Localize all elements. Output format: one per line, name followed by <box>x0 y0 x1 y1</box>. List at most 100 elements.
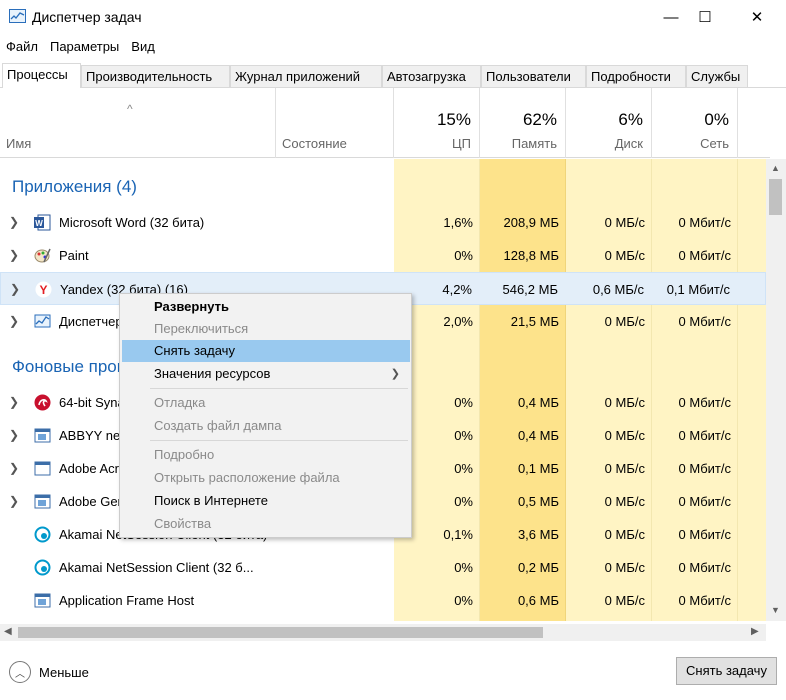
menu-create-dump: Создать файл дампа <box>154 418 282 433</box>
memory-value: 208,9 МБ <box>503 215 559 230</box>
disk-value: 0 МБ/с <box>604 215 645 230</box>
scroll-down-icon[interactable]: ▼ <box>771 605 780 615</box>
menu-expand[interactable]: Развернуть <box>122 296 410 318</box>
scroll-right-icon[interactable]: ▶ <box>751 626 759 637</box>
network-value: 0 Мбит/с <box>678 215 731 230</box>
column-memory-label: Память <box>511 136 557 151</box>
process-name: Microsoft Word (32 бита) <box>59 215 205 230</box>
service-window-icon <box>34 427 51 444</box>
menu-debug: Отладка <box>154 395 206 410</box>
tab-details[interactable]: Подробности <box>586 65 686 87</box>
cpu-value: 0,1% <box>443 527 473 542</box>
horizontal-scroll-thumb[interactable] <box>18 627 543 638</box>
menu-details: Подробно <box>154 447 215 462</box>
column-cpu-label: ЦП <box>452 136 471 151</box>
memory-value: 21,5 МБ <box>510 314 559 329</box>
collapse-up-icon[interactable]: ︿ <box>9 661 31 683</box>
column-network-label: Сеть <box>700 136 729 151</box>
tab-processes[interactable]: Процессы <box>2 63 81 89</box>
group-apps-header[interactable]: Приложения (4) <box>12 177 137 197</box>
disk-value: 0 МБ/с <box>604 428 645 443</box>
disk-value: 0 МБ/с <box>604 461 645 476</box>
chevron-right-icon[interactable]: ❯ <box>10 282 20 296</box>
chevron-right-icon[interactable]: ❯ <box>9 494 19 508</box>
cpu-value: 2,0% <box>443 314 473 329</box>
menu-bar: Файл Параметры Вид <box>0 36 161 58</box>
column-cpu[interactable]: 15% ЦП <box>394 88 480 158</box>
svg-text:W: W <box>35 219 43 228</box>
svg-text:Y: Y <box>39 283 47 297</box>
scroll-up-icon[interactable]: ▲ <box>771 163 780 173</box>
table-row[interactable]: Akamai NetSession Client (32 б... 0% 0,2… <box>0 551 766 584</box>
tab-app-history[interactable]: Журнал приложений <box>230 65 382 87</box>
menu-options[interactable]: Параметры <box>44 36 125 58</box>
memory-value: 128,8 МБ <box>503 248 559 263</box>
network-value: 0 Мбит/с <box>678 593 731 608</box>
disk-value: 0 МБ/с <box>604 395 645 410</box>
menu-properties: Свойства <box>154 516 212 531</box>
memory-value: 0,4 МБ <box>517 428 559 443</box>
menu-separator <box>150 388 408 389</box>
menu-open-file-location: Открыть расположение файла <box>154 470 340 485</box>
column-disk-label: Диск <box>614 136 643 151</box>
end-task-button[interactable]: Снять задачу <box>676 657 777 685</box>
scroll-left-icon[interactable]: ◀ <box>4 626 12 637</box>
tab-services[interactable]: Службы <box>686 65 748 87</box>
table-row[interactable]: ❯ Paint 0% 128,8 МБ 0 МБ/с 0 Мбит/с <box>0 239 766 272</box>
tab-startup[interactable]: Автозагрузка <box>382 65 481 87</box>
column-name-label: Имя <box>6 136 32 151</box>
memory-value: 0,1 МБ <box>517 461 559 476</box>
column-network[interactable]: 0% Сеть <box>652 88 738 158</box>
cpu-value: 0% <box>454 593 473 608</box>
submenu-arrow-icon: ❯ <box>390 368 400 380</box>
cpu-total: 15% <box>436 110 471 129</box>
table-row[interactable]: Application Frame Host 0% 0,6 МБ 0 МБ/с … <box>0 584 766 617</box>
column-status-label: Состояние <box>282 136 347 151</box>
disk-value: 0 МБ/с <box>604 494 645 509</box>
menu-resource-values[interactable]: Значения ресурсов ❯ <box>122 363 410 385</box>
column-memory[interactable]: 62% Память <box>480 88 566 158</box>
tab-bar: Процессы Производительность Журнал прило… <box>0 63 786 89</box>
chevron-right-icon[interactable]: ❯ <box>9 248 19 262</box>
process-name: Paint <box>59 248 89 263</box>
horizontal-scrollbar[interactable]: ◀ ▶ <box>0 624 766 641</box>
network-value: 0 Мбит/с <box>678 560 731 575</box>
tab-performance[interactable]: Производительность <box>81 65 230 87</box>
chevron-right-icon[interactable]: ❯ <box>9 314 19 328</box>
network-value: 0 Мбит/с <box>678 461 731 476</box>
word-icon: W <box>34 214 51 231</box>
chevron-right-icon[interactable]: ❯ <box>9 428 19 442</box>
less-details-link[interactable]: Меньше <box>39 665 89 680</box>
menu-end-task[interactable]: Снять задачу <box>122 340 410 362</box>
memory-value: 0,6 МБ <box>517 593 559 608</box>
column-disk[interactable]: 6% Диск <box>566 88 652 158</box>
column-status[interactable]: Состояние <box>276 88 394 158</box>
menu-resource-values-label: Значения ресурсов <box>154 366 271 381</box>
chevron-right-icon[interactable]: ❯ <box>9 395 19 409</box>
menu-view[interactable]: Вид <box>125 36 161 58</box>
vertical-scroll-thumb[interactable] <box>769 179 782 215</box>
table-row[interactable]: ❯ W Microsoft Word (32 бита) 1,6% 208,9 … <box>0 206 766 239</box>
memory-value: 0,2 МБ <box>517 560 559 575</box>
cpu-value: 1,6% <box>443 215 473 230</box>
memory-value: 0,4 МБ <box>517 395 559 410</box>
close-button[interactable]: ✕ <box>734 0 780 34</box>
column-name[interactable]: ^ Имя <box>0 88 276 158</box>
menu-search-online[interactable]: Поиск в Интернете <box>122 490 410 512</box>
synaptics-icon <box>34 394 51 411</box>
chevron-right-icon[interactable]: ❯ <box>9 461 19 475</box>
tab-users[interactable]: Пользователи <box>481 65 586 87</box>
vertical-scrollbar[interactable]: ▲ ▼ <box>766 159 786 621</box>
cpu-value: 0% <box>454 560 473 575</box>
menu-file[interactable]: Файл <box>0 36 44 58</box>
network-value: 0,1 Мбит/с <box>666 282 730 297</box>
chevron-right-icon[interactable]: ❯ <box>9 215 19 229</box>
window-title: Диспетчер задач <box>32 9 142 25</box>
cpu-value: 0% <box>454 494 473 509</box>
disk-value: 0 МБ/с <box>604 248 645 263</box>
network-value: 0 Мбит/с <box>678 248 731 263</box>
column-extra <box>738 88 770 158</box>
memory-value: 3,6 МБ <box>517 527 559 542</box>
maximize-button[interactable]: ☐ <box>682 0 728 34</box>
service-window-icon <box>34 592 51 609</box>
